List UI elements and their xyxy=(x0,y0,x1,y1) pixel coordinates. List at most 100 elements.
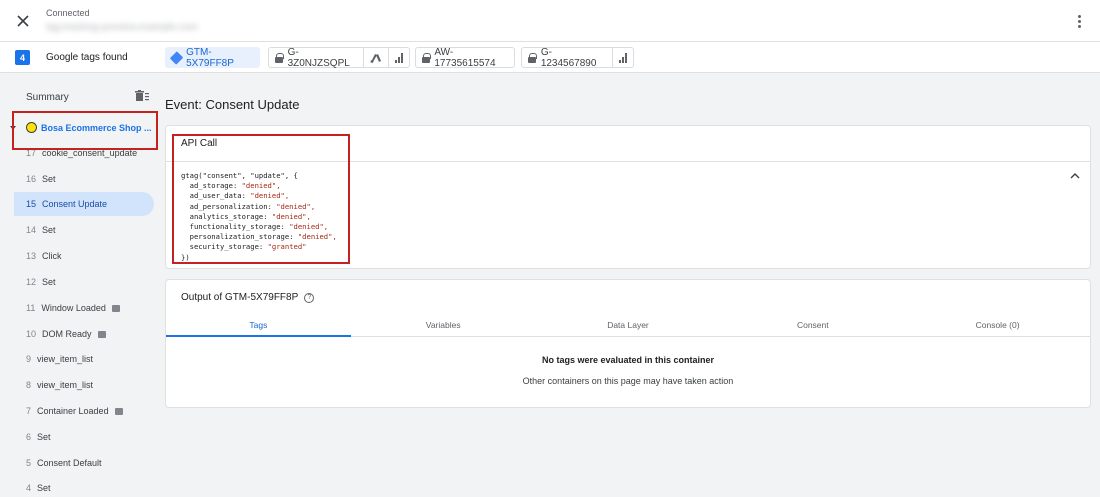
event-label: Set xyxy=(37,432,51,442)
tag-chip-ga4-1[interactable]: G-3Z0NJZSQPL xyxy=(268,46,410,69)
code-key: security_storage xyxy=(189,242,259,252)
event-number: 15 xyxy=(26,199,37,209)
event-label: view_item_list xyxy=(37,354,94,364)
analytics-icon xyxy=(619,52,627,63)
close-icon[interactable] xyxy=(14,12,32,30)
tab-consent[interactable]: Consent xyxy=(720,313,905,336)
api-call-code: gtag("consent", "update", { ad_storage: … xyxy=(181,171,337,262)
more-options-icon[interactable] xyxy=(1072,12,1086,30)
code-value: "denied", xyxy=(289,222,329,232)
event-number: 16 xyxy=(26,174,37,184)
tag-chip-ads[interactable]: AW-17735615574 xyxy=(415,46,515,69)
tag-chip-label: AW-17735615574 xyxy=(434,46,496,69)
lock-icon xyxy=(422,52,432,63)
tag-count-badge: 4 xyxy=(15,50,30,65)
site-name: Bosa Ecommerce Shop ... xyxy=(41,122,152,133)
caret-down-icon xyxy=(10,125,16,130)
code-key: ad_storage xyxy=(189,181,233,191)
event-label: view_item_list xyxy=(37,380,94,390)
tab-tags[interactable]: Tags xyxy=(166,313,351,337)
event-item[interactable]: 7 Container Loaded xyxy=(14,399,154,423)
event-item[interactable]: 11 Window Loaded xyxy=(14,296,154,320)
event-label: Click xyxy=(42,251,62,261)
code-key: analytics_storage xyxy=(189,211,264,221)
event-item[interactable]: 16 Set xyxy=(14,167,154,191)
code-value: "denied", xyxy=(271,211,311,221)
lock-icon xyxy=(528,52,537,63)
event-sidebar: Summary Bosa Ecommerce Shop ... 17 cookie… xyxy=(0,73,160,497)
event-number: 5 xyxy=(26,458,32,468)
gtm-event-icon xyxy=(97,330,106,338)
api-call-card: API Call gtag("consent", "update", { ad_… xyxy=(165,125,1091,269)
event-number: 8 xyxy=(26,380,32,390)
event-item[interactable]: 10 DOM Ready xyxy=(14,322,154,346)
event-label: Consent Update xyxy=(42,199,108,209)
code-value: "denied", xyxy=(241,181,281,191)
connection-status: Connected xyxy=(46,8,90,18)
help-icon[interactable]: ? xyxy=(304,292,315,303)
event-item[interactable]: 8 view_item_list xyxy=(14,373,154,397)
event-number: 12 xyxy=(26,277,37,287)
gtm-icon xyxy=(169,50,184,65)
summary-link[interactable]: Summary xyxy=(26,92,69,103)
empty-state-title: No tags were evaluated in this container xyxy=(541,355,715,365)
event-item-selected[interactable]: 15 Consent Update xyxy=(14,192,154,216)
code-key: personalization_storage xyxy=(189,232,290,242)
code-value: "denied", xyxy=(297,232,337,242)
lock-icon xyxy=(275,52,284,63)
event-item[interactable]: 9 view_item_list xyxy=(14,347,154,371)
output-title-text: Output of GTM-5X79FF8P xyxy=(181,292,299,303)
event-number: 6 xyxy=(26,432,32,442)
event-number: 10 xyxy=(26,329,37,339)
event-item[interactable]: 13 Click xyxy=(14,244,154,268)
event-label: DOM Ready xyxy=(42,329,92,339)
event-number: 7 xyxy=(26,406,32,416)
event-number: 13 xyxy=(26,251,37,261)
site-page-item[interactable]: Bosa Ecommerce Shop ... xyxy=(10,122,152,133)
event-label: Container Loaded xyxy=(37,406,109,416)
event-number: 17 xyxy=(26,148,37,158)
google-ads-icon xyxy=(370,54,382,63)
event-label: Set xyxy=(42,277,56,287)
event-number: 14 xyxy=(26,225,37,235)
event-label: Set xyxy=(42,225,56,235)
event-item[interactable]: 14 Set xyxy=(14,218,154,242)
tab-variables[interactable]: Variables xyxy=(351,313,536,336)
code-value: "granted" xyxy=(267,242,307,252)
tab-console[interactable]: Console (0) xyxy=(905,313,1090,336)
gtm-event-icon xyxy=(114,407,123,415)
event-label: cookie_consent_update xyxy=(42,148,138,158)
code-value: "denied", xyxy=(250,191,290,201)
event-item[interactable]: 4 Set xyxy=(14,476,154,497)
code-key: ad_user_data xyxy=(189,191,242,201)
tag-chip-label: G-1234567890 xyxy=(540,46,597,69)
output-card: Output of GTM-5X79FF8P ? Tags Variables … xyxy=(165,279,1091,408)
chevron-up-icon[interactable] xyxy=(1069,171,1081,181)
event-item[interactable]: 6 Set xyxy=(14,425,154,449)
top-bar: Connected tag-tracking-preview.example.c… xyxy=(0,0,1100,42)
event-label: Consent Default xyxy=(37,458,102,468)
clear-messages-icon[interactable] xyxy=(135,90,149,102)
code-value: "denied", xyxy=(276,201,316,211)
tag-chip-gtm[interactable]: GTM-5X79FF8P xyxy=(165,46,260,69)
tag-bar: 4 Google tags found GTM-5X79FF8P G-3Z0NJ… xyxy=(0,42,1100,73)
page-title: Event: Consent Update xyxy=(165,97,300,112)
output-tabs: Tags Variables Data Layer Consent Consol… xyxy=(166,313,1090,337)
tag-chip-label: GTM-5X79FF8P xyxy=(186,46,234,69)
event-number: 9 xyxy=(26,354,32,364)
empty-state-subtitle: Other containers on this page may have t… xyxy=(522,376,734,386)
code-key: ad_personalization xyxy=(189,201,268,211)
tag-chip-label: G-3Z0NJZSQPL xyxy=(287,46,350,69)
analytics-icon xyxy=(395,52,403,63)
tab-data-layer[interactable]: Data Layer xyxy=(536,313,721,336)
event-label: Set xyxy=(42,174,56,184)
event-item[interactable]: 12 Set xyxy=(14,270,154,294)
api-call-title: API Call xyxy=(181,138,218,149)
page-status-icon xyxy=(26,122,37,133)
code-line: }) xyxy=(181,252,190,262)
tag-chip-ga4-2[interactable]: G-1234567890 xyxy=(521,46,634,69)
code-key: functionality_storage xyxy=(189,222,281,232)
event-item[interactable]: 5 Consent Default xyxy=(14,451,154,475)
connected-url: tag-tracking-preview.example.com xyxy=(46,22,198,33)
event-item[interactable]: 17 cookie_consent_update xyxy=(14,141,154,165)
